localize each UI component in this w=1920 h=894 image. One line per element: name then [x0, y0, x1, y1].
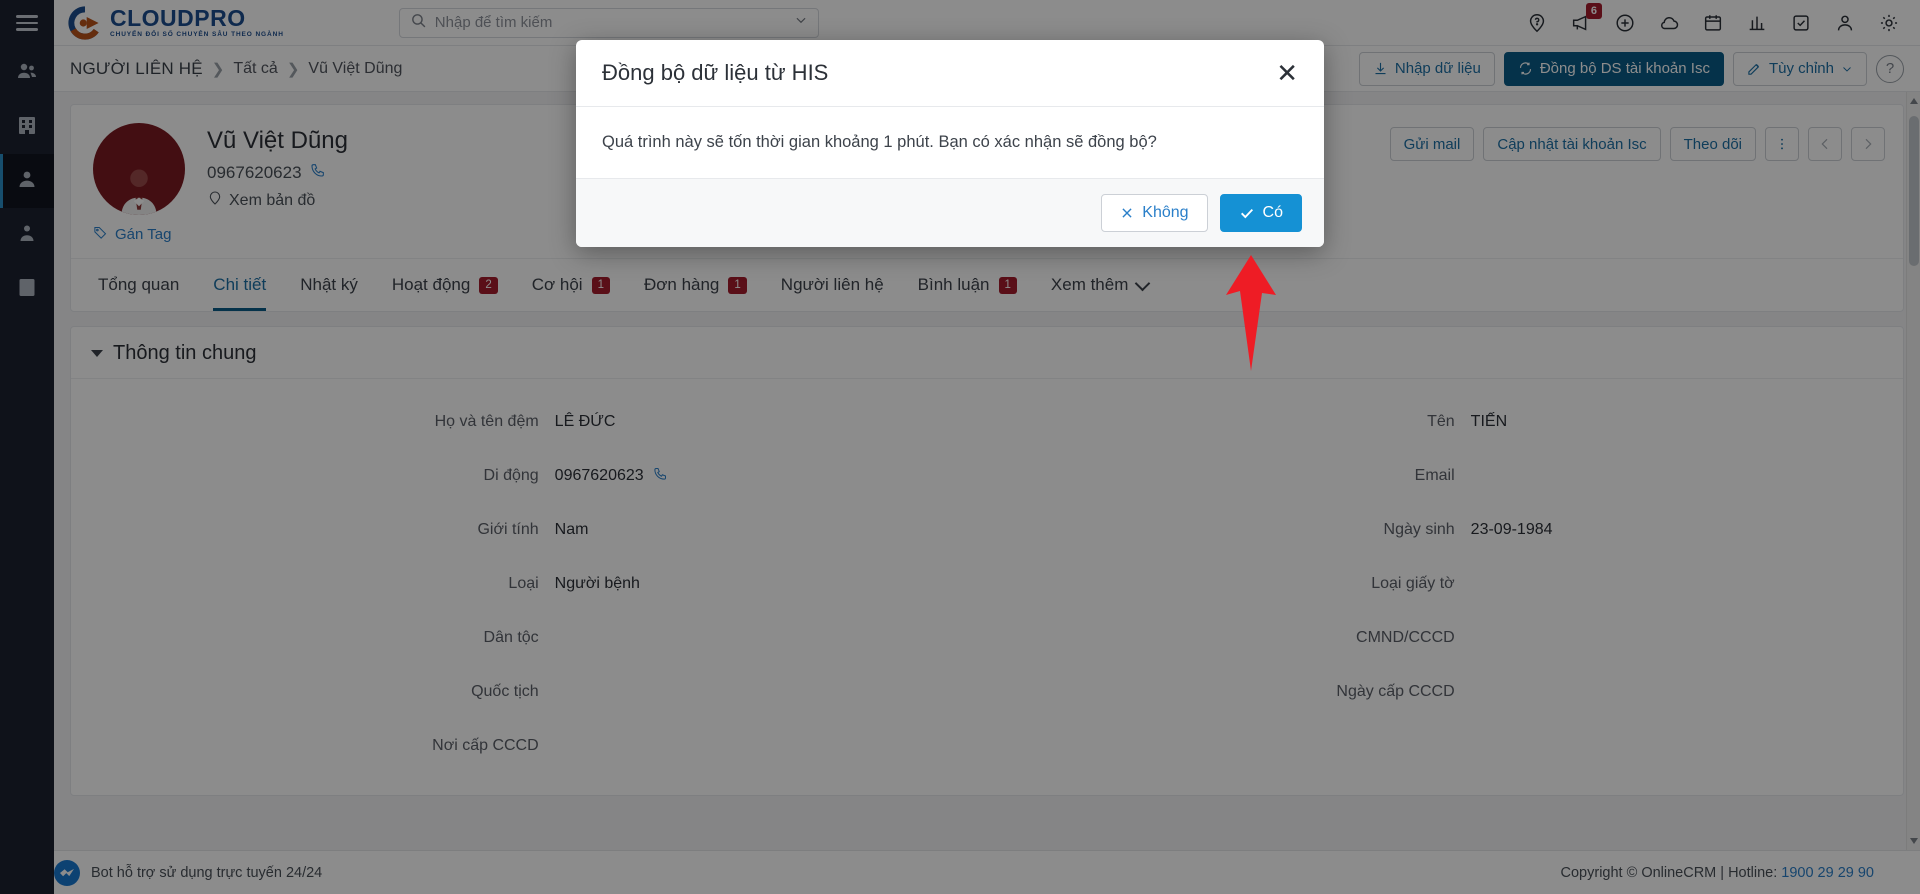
annotation-arrow-icon — [1218, 255, 1288, 385]
app-root: CLOUDPRO CHUYỂN ĐỔI SỐ CHUYÊN SÂU THEO N… — [0, 0, 1920, 894]
modal-title: Đồng bộ dữ liệu từ HIS — [602, 60, 829, 85]
confirm-button[interactable]: Có — [1219, 194, 1302, 232]
modal-body: Quá trình này sẽ tốn thời gian khoảng 1 … — [602, 133, 1157, 151]
cancel-label: Không — [1142, 204, 1189, 221]
modal-footer: Không Có — [576, 178, 1324, 247]
cancel-button[interactable]: Không — [1101, 194, 1208, 232]
sync-confirm-modal: Đồng bộ dữ liệu từ HIS ✕ Quá trình này s… — [576, 40, 1324, 247]
close-icon[interactable]: ✕ — [1276, 60, 1298, 86]
modal-header: Đồng bộ dữ liệu từ HIS ✕ — [576, 40, 1324, 107]
confirm-label: Có — [1262, 204, 1283, 221]
